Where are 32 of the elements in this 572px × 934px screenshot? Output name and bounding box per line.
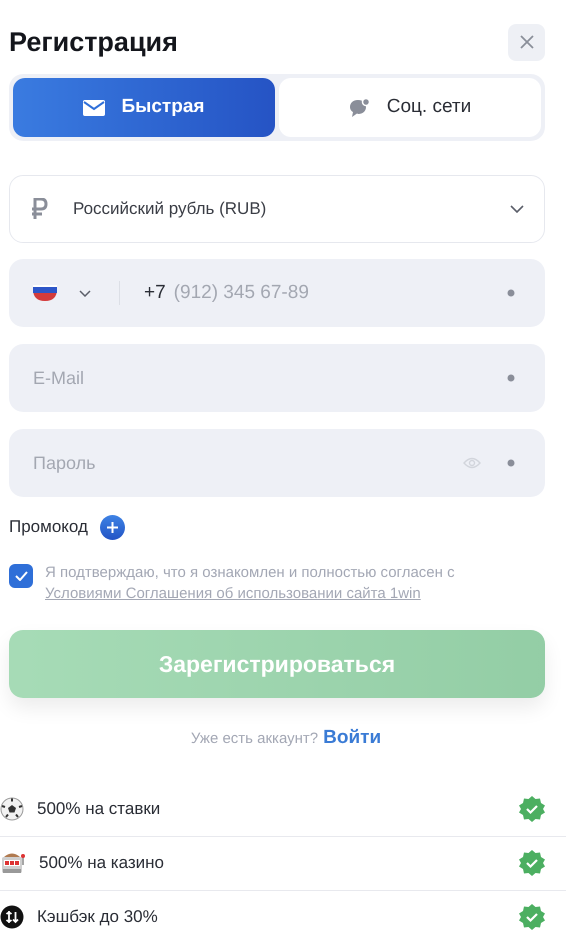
soccer-ball-icon — [0, 797, 24, 821]
envelope-icon — [83, 100, 106, 116]
currency-select[interactable]: Российский рубль (RUB) — [9, 175, 545, 243]
chevron-down-icon — [79, 290, 91, 296]
dialog-title: Регистрация — [9, 26, 178, 59]
checkmark-icon — [14, 571, 28, 581]
plus-icon — [106, 522, 118, 532]
password-field[interactable]: Пароль — [9, 429, 545, 497]
email-input[interactable]: E-Mail — [33, 364, 507, 392]
tab[interactable]: Быстрая — [13, 78, 275, 137]
promo-code-label: Промокод — [9, 516, 88, 538]
tab[interactable]: Соц. сети — [279, 78, 541, 137]
close-icon — [518, 34, 534, 50]
flag-icon — [33, 285, 57, 301]
currency-value: Российский рубль (RUB) — [73, 198, 268, 220]
bonus-label: 500% на казино — [39, 852, 165, 874]
agreement-checkbox[interactable] — [9, 564, 33, 588]
login-prompt: Уже есть аккаунт? — [190, 729, 318, 749]
close-button[interactable] — [508, 24, 545, 60]
login-link[interactable]: Войти — [323, 724, 382, 752]
add-promo-button[interactable] — [100, 514, 125, 540]
bonus-label: 500% на ставки — [37, 798, 162, 820]
phone-prefix: +7 — [144, 280, 166, 305]
bonus-label: Кэшбэк до 30% — [37, 906, 159, 928]
chevron-down-icon — [510, 205, 524, 213]
email-field[interactable]: E-Mail — [9, 344, 545, 412]
password-input[interactable]: Пароль — [33, 450, 463, 476]
phone-input[interactable]: (912) 345 67-89 — [174, 278, 507, 308]
agreement-text: Я подтверждаю, что я ознакомлен и полностью согласен с Условиями Соглашения об использовании сайта 1win — [45, 563, 455, 604]
chat-bubble-icon — [348, 98, 371, 118]
ruble-icon — [30, 198, 48, 220]
phone-field[interactable]: +7 (912) 345 67-89 — [9, 259, 545, 327]
